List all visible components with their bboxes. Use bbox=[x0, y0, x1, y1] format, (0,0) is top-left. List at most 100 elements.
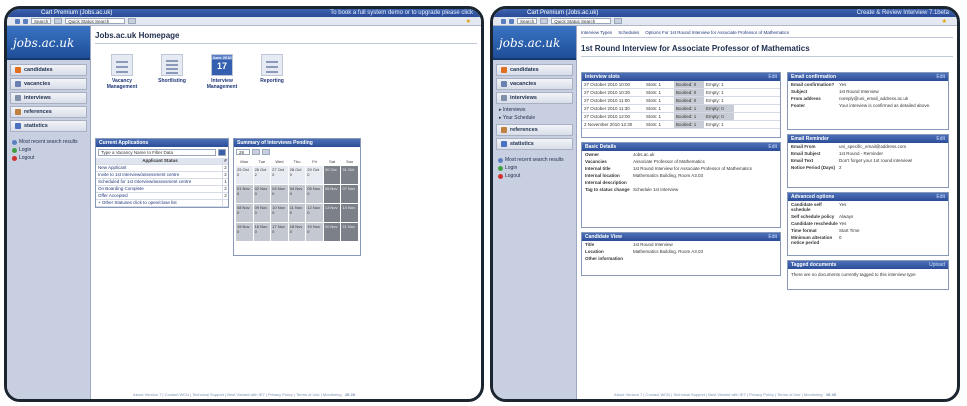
nav-references[interactable]: references bbox=[10, 106, 87, 118]
calendar-day[interactable]: 15 Nov 0 bbox=[236, 223, 253, 241]
link-login[interactable]: Login bbox=[493, 164, 576, 172]
nav-interviews[interactable]: interviews bbox=[10, 92, 87, 104]
nav-statistics[interactable]: statistics bbox=[10, 120, 87, 132]
nav-references[interactable]: references bbox=[496, 124, 573, 136]
edit-button[interactable]: Edit bbox=[768, 233, 780, 241]
link-login[interactable]: Login bbox=[7, 146, 90, 154]
edit-button[interactable]: Edit bbox=[936, 73, 948, 81]
star-icon[interactable]: ★ bbox=[466, 18, 471, 25]
calendar-day[interactable]: 18 Nov 0 bbox=[288, 223, 306, 241]
quick-status-search[interactable]: Quick Status Search bbox=[65, 18, 126, 24]
calendar-day[interactable]: 27 Oct 0 bbox=[271, 166, 288, 184]
edit-button[interactable]: Edit bbox=[936, 135, 948, 143]
home-icon[interactable] bbox=[501, 18, 506, 24]
calendar-day[interactable]: 12 Nov 0 bbox=[306, 204, 323, 222]
logo[interactable]: jobs.ac.uk bbox=[7, 26, 90, 60]
edit-button[interactable]: Edit bbox=[936, 193, 948, 201]
select-arrow[interactable] bbox=[252, 149, 260, 155]
link-recent-search[interactable]: Most recent search results bbox=[7, 138, 90, 146]
upload-button[interactable]: Upload bbox=[929, 261, 948, 269]
home-icon[interactable] bbox=[15, 18, 20, 24]
calendar-day[interactable]: 16 Nov 0 bbox=[253, 223, 271, 241]
logo[interactable]: jobs.ac.uk bbox=[493, 26, 576, 60]
search-box[interactable]: Search bbox=[517, 18, 538, 24]
slot-row[interactable]: 27 October 2010 12:00 Slots: 1 Booked: 1 Em… bbox=[582, 113, 780, 121]
go-button[interactable] bbox=[262, 149, 270, 155]
upgrade-notice[interactable]: To book a full system demo or to upgrade… bbox=[330, 9, 481, 17]
calendar-day[interactable]: 03 Nov 0 bbox=[271, 185, 288, 203]
applicant-status-link[interactable]: New Applicant bbox=[98, 165, 222, 171]
calendar-day[interactable]: 28 Oct 0 bbox=[288, 166, 306, 184]
slot-row[interactable]: 27 October 2010 10:00 Slots: 1 Booked: 0 Em… bbox=[582, 81, 780, 89]
calendar-day[interactable]: 09 Nov 0 bbox=[253, 204, 271, 222]
calendar-day[interactable]: 01 Nov 0 bbox=[236, 185, 253, 203]
vacancy-management-link[interactable]: Vacancy Management bbox=[103, 54, 141, 90]
calendar-day[interactable]: 13 Nov bbox=[323, 204, 341, 222]
print-icon[interactable] bbox=[23, 18, 28, 24]
calendar-day[interactable]: 11 Nov 0 bbox=[288, 204, 306, 222]
calendar-day[interactable]: 21 Nov bbox=[341, 223, 358, 241]
slot-row[interactable]: 27 October 2010 11:30 Slots: 1 Booked: 1 Em… bbox=[582, 105, 780, 113]
edit-button[interactable]: Edit bbox=[768, 73, 780, 81]
table-row[interactable]: On Boarding Complete 2 bbox=[96, 186, 228, 193]
quick-status-search[interactable]: Quick Status Search bbox=[551, 18, 612, 24]
calendar-day[interactable]: 05 Nov 0 bbox=[306, 185, 323, 203]
go-button[interactable] bbox=[54, 18, 63, 24]
applicant-status-link[interactable]: Invite to 1st Interview/assessment centr… bbox=[98, 172, 222, 178]
calendar-day[interactable]: 20 Nov bbox=[323, 223, 341, 241]
dropdown-button[interactable] bbox=[614, 18, 623, 24]
calendar-day[interactable]: 19 Nov 0 bbox=[306, 223, 323, 241]
vacancy-filter-input[interactable]: Type a Vacancy Name to Filter Data bbox=[98, 149, 216, 156]
filter-button[interactable] bbox=[218, 149, 226, 156]
shortlisting-link[interactable]: Shortlisting bbox=[153, 54, 191, 90]
search-box[interactable]: Search bbox=[31, 18, 52, 24]
nav-vacancies[interactable]: vacancies bbox=[10, 78, 87, 90]
print-icon[interactable] bbox=[509, 18, 514, 24]
calendar-day[interactable]: 04 Nov 0 bbox=[288, 185, 306, 203]
table-row[interactable]: Invite to 1st Interview/assessment centr… bbox=[96, 172, 228, 179]
calendar-day[interactable]: 02 Nov 0 bbox=[253, 185, 271, 203]
nav-candidates[interactable]: candidates bbox=[496, 64, 573, 76]
link-logout[interactable]: Logout bbox=[7, 154, 90, 162]
calendar-day[interactable]: 10 Nov 0 bbox=[271, 204, 288, 222]
nav-statistics[interactable]: statistics bbox=[496, 138, 573, 150]
link-recent-search[interactable]: Most recent search results bbox=[493, 156, 576, 164]
calendar-day[interactable]: 06 Nov bbox=[323, 185, 341, 203]
interview-management-link[interactable]: June 2010 17 Interview Management bbox=[203, 54, 241, 90]
tab-schedules[interactable]: Schedules bbox=[618, 30, 639, 35]
nav-vacancies[interactable]: vacancies bbox=[496, 78, 573, 90]
edit-button[interactable]: Edit bbox=[768, 143, 780, 151]
calendar-day[interactable]: 31 Oct bbox=[341, 166, 358, 184]
applicant-status-link[interactable]: + Other Statuses click to open/close lis… bbox=[98, 200, 222, 206]
slot-row[interactable]: 2 November 2010 12:30 Slots: 1 Booked: 1 Em… bbox=[582, 121, 780, 129]
subnav-schedule[interactable]: ▸ Your Schedule bbox=[493, 114, 576, 122]
table-row[interactable]: Scheduled for 1st Interview/assessment c… bbox=[96, 179, 228, 186]
nav-interviews[interactable]: interviews bbox=[496, 92, 573, 104]
calendar-day[interactable]: 25 Oct 0 bbox=[236, 166, 253, 184]
table-row[interactable]: New Applicant 2 bbox=[96, 165, 228, 172]
slot-row[interactable]: 27 October 2010 10:30 Slots: 1 Booked: 0 Em… bbox=[582, 89, 780, 97]
applicant-status-link[interactable]: Offer Accepted bbox=[98, 193, 222, 199]
nav-candidates[interactable]: candidates bbox=[10, 64, 87, 76]
table-row[interactable]: + Other Statuses click to open/close lis… bbox=[96, 200, 228, 207]
applicant-status-link[interactable]: On Boarding Complete bbox=[98, 186, 222, 192]
calendar-day[interactable]: 07 Nov bbox=[341, 185, 358, 203]
calendar-day[interactable]: 30 Oct bbox=[323, 166, 341, 184]
link-logout[interactable]: Logout bbox=[493, 172, 576, 180]
star-icon[interactable]: ★ bbox=[942, 18, 947, 25]
tab-interview-types[interactable]: Interview Types bbox=[581, 30, 612, 35]
days-select[interactable]: 28 bbox=[236, 149, 250, 155]
calendar-day[interactable]: 14 Nov bbox=[341, 204, 358, 222]
applicant-status-link[interactable]: Scheduled for 1st Interview/assessment c… bbox=[98, 179, 222, 185]
table-row[interactable]: Offer Accepted 2 bbox=[96, 193, 228, 200]
slot-row[interactable]: 27 October 2010 11:00 Slots: 1 Booked: 0 Em… bbox=[582, 97, 780, 105]
calendar-day[interactable]: 17 Nov 0 bbox=[271, 223, 288, 241]
dropdown-button[interactable] bbox=[128, 18, 137, 24]
calendar-day[interactable]: 29 Oct 0 bbox=[306, 166, 323, 184]
calendar-day[interactable]: 26 Oct 2 bbox=[253, 166, 271, 184]
calendar-day[interactable]: 08 Nov 0 bbox=[236, 204, 253, 222]
go-button[interactable] bbox=[540, 18, 549, 24]
reporting-link[interactable]: Reporting bbox=[253, 54, 291, 90]
tab-options[interactable]: Options For 1st Round Interview for Asso… bbox=[645, 30, 789, 35]
subnav-interviews[interactable]: ▸ Interviews bbox=[493, 106, 576, 114]
